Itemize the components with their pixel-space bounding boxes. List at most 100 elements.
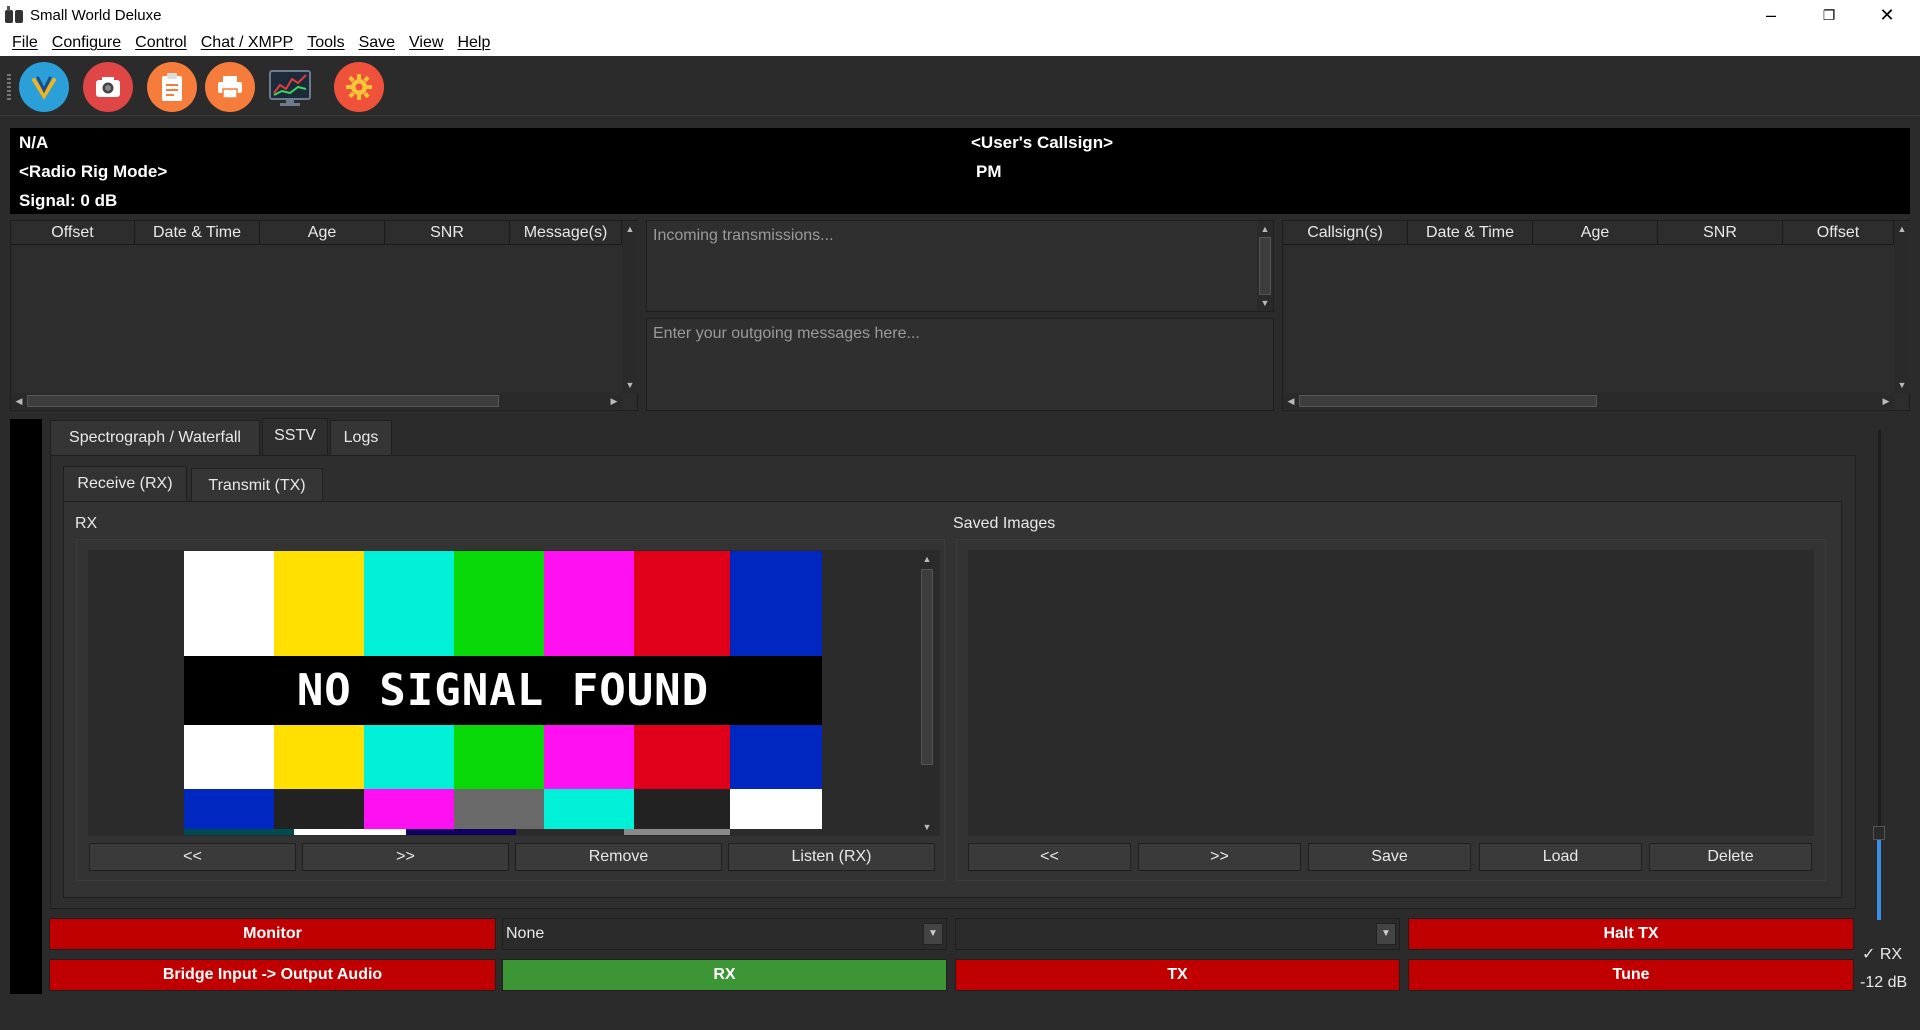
incoming-placeholder: Incoming transmissions...	[653, 227, 834, 244]
rig-mode-display: <Radio Rig Mode>	[19, 162, 168, 181]
tab-logs[interactable]: Logs	[330, 420, 392, 456]
menu-bar: File Configure Control Chat / XMPP Tools…	[0, 30, 1920, 56]
column-age[interactable]: Age	[1533, 221, 1658, 245]
scroll-thumb[interactable]	[27, 395, 499, 407]
column-callsigns[interactable]: Callsign(s)	[1283, 221, 1408, 245]
table-header: Offset Date & Time Age SNR Message(s)	[11, 221, 622, 245]
chevron-down-icon[interactable]: ▼	[1376, 923, 1396, 945]
incoming-transmissions-box[interactable]: Incoming transmissions... ▲ ▼	[646, 220, 1274, 312]
column-offset[interactable]: Offset	[11, 221, 135, 245]
menu-tools[interactable]: Tools	[301, 34, 352, 52]
rx-next-button[interactable]: >>	[302, 843, 509, 871]
bridge-audio-button[interactable]: Bridge Input -> Output Audio	[49, 959, 496, 991]
rx-group-label: RX	[75, 515, 98, 532]
callsign-table: Callsign(s) Date & Time Age SNR Offset ▲…	[1282, 220, 1910, 411]
halt-tx-button[interactable]: Halt TX	[1408, 918, 1854, 950]
vertical-scrollbar[interactable]: ▲ ▼	[622, 221, 638, 393]
saved-images-viewport[interactable]	[968, 550, 1814, 836]
outgoing-message-input[interactable]: Enter your outgoing messages here...	[646, 318, 1274, 411]
menu-file[interactable]: File	[6, 34, 46, 52]
vertical-icon[interactable]	[19, 62, 69, 112]
scroll-left-arrow-icon[interactable]: ◀	[11, 393, 27, 409]
column-date-time[interactable]: Date & Time	[1408, 221, 1533, 245]
scroll-thumb[interactable]	[1259, 237, 1271, 295]
tune-button[interactable]: Tune	[1408, 959, 1854, 991]
status-info-panel: N/A <Radio Rig Mode> Signal: 0 dB <User'…	[10, 128, 1910, 214]
column-date-time[interactable]: Date & Time	[135, 221, 260, 245]
scroll-right-arrow-icon[interactable]: ▶	[606, 393, 622, 409]
saved-images-label: Saved Images	[953, 515, 1056, 532]
menu-chat-xmpp[interactable]: Chat / XMPP	[195, 34, 301, 52]
rx-listen-button[interactable]: Listen (RX)	[728, 843, 935, 871]
scroll-down-arrow-icon[interactable]: ▼	[1894, 377, 1910, 393]
monitor-button[interactable]: Monitor	[49, 918, 496, 950]
menu-save[interactable]: Save	[353, 34, 403, 52]
scroll-up-arrow-icon[interactable]: ▲	[1894, 221, 1910, 237]
toolbar-grip[interactable]	[7, 74, 11, 100]
outgoing-placeholder: Enter your outgoing messages here...	[653, 325, 920, 342]
level-readout: -12 dB	[1860, 974, 1908, 991]
signal-display: Signal: 0 dB	[19, 191, 118, 210]
table-header: Callsign(s) Date & Time Age SNR Offset	[1283, 221, 1894, 245]
saved-load-button[interactable]: Load	[1479, 843, 1642, 871]
callsign-display: <User's Callsign>	[971, 133, 1114, 152]
scroll-down-arrow-icon[interactable]: ▼	[1257, 295, 1273, 311]
output-device-select[interactable]: ▼	[955, 918, 1400, 950]
waterfall-strip	[10, 419, 42, 994]
tab-receive-rx[interactable]: Receive (RX)	[63, 466, 187, 502]
scroll-up-arrow-icon[interactable]: ▲	[919, 551, 935, 567]
menu-configure[interactable]: Configure	[46, 34, 129, 52]
title-bar: Small World Deluxe – ❐ ✕	[0, 0, 1920, 30]
column-messages[interactable]: Message(s)	[510, 221, 622, 245]
app-radio-icon	[4, 5, 24, 25]
menu-help[interactable]: Help	[451, 34, 498, 52]
toolbar	[0, 56, 1920, 116]
scroll-down-arrow-icon[interactable]: ▼	[919, 819, 935, 835]
settings-gear-icon[interactable]	[334, 62, 384, 112]
vertical-scrollbar[interactable]: ▲ ▼	[1894, 221, 1910, 393]
close-button[interactable]: ✕	[1858, 0, 1916, 30]
column-age[interactable]: Age	[260, 221, 385, 245]
clipboard-icon[interactable]	[147, 62, 197, 112]
scroll-up-arrow-icon[interactable]: ▲	[1257, 221, 1273, 237]
horizontal-scrollbar[interactable]: ◀ ▶	[1283, 393, 1894, 409]
scroll-down-arrow-icon[interactable]: ▼	[622, 377, 638, 393]
input-device-select[interactable]: None ▼	[502, 918, 947, 950]
input-device-value: None	[506, 925, 545, 942]
level-slider-handle[interactable]	[1873, 826, 1885, 840]
scroll-thumb[interactable]	[921, 569, 933, 765]
camera-icon[interactable]	[83, 62, 133, 112]
chevron-down-icon[interactable]: ▼	[923, 923, 943, 945]
menu-control[interactable]: Control	[129, 34, 195, 52]
tab-spectrograph-waterfall[interactable]: Spectrograph / Waterfall	[50, 420, 260, 456]
restore-button[interactable]: ❐	[1800, 0, 1858, 30]
column-snr[interactable]: SNR	[385, 221, 510, 245]
column-snr[interactable]: SNR	[1658, 221, 1783, 245]
menu-view[interactable]: View	[403, 34, 451, 52]
scroll-thumb[interactable]	[1299, 395, 1597, 407]
rx-image-scrollbar[interactable]: ▲ ▼	[919, 551, 935, 835]
rx-button[interactable]: RX	[502, 959, 947, 991]
tab-transmit-tx[interactable]: Transmit (TX)	[191, 468, 323, 502]
printer-icon[interactable]	[205, 62, 255, 112]
tx-button[interactable]: TX	[955, 959, 1400, 991]
incoming-scrollbar[interactable]: ▲ ▼	[1257, 221, 1273, 311]
scroll-left-arrow-icon[interactable]: ◀	[1283, 393, 1299, 409]
saved-delete-button[interactable]: Delete	[1649, 843, 1812, 871]
minimize-button[interactable]: –	[1742, 0, 1800, 30]
saved-save-button[interactable]: Save	[1308, 843, 1471, 871]
scroll-right-arrow-icon[interactable]: ▶	[1878, 393, 1894, 409]
rx-indicator[interactable]: ✓ RX	[1862, 944, 1902, 964]
level-slider-fill	[1877, 840, 1881, 920]
tab-sstv[interactable]: SSTV	[262, 418, 328, 456]
scroll-up-arrow-icon[interactable]: ▲	[622, 221, 638, 237]
horizontal-scrollbar[interactable]: ◀ ▶	[11, 393, 622, 409]
saved-previous-button[interactable]: <<	[968, 843, 1131, 871]
saved-next-button[interactable]: >>	[1138, 843, 1301, 871]
no-signal-text: NO SIGNAL FOUND	[296, 665, 710, 716]
frequency-display: N/A	[19, 133, 49, 152]
chart-monitor-icon[interactable]	[268, 62, 312, 112]
rx-previous-button[interactable]: <<	[89, 843, 296, 871]
rx-remove-button[interactable]: Remove	[515, 843, 722, 871]
column-offset[interactable]: Offset	[1783, 221, 1894, 245]
